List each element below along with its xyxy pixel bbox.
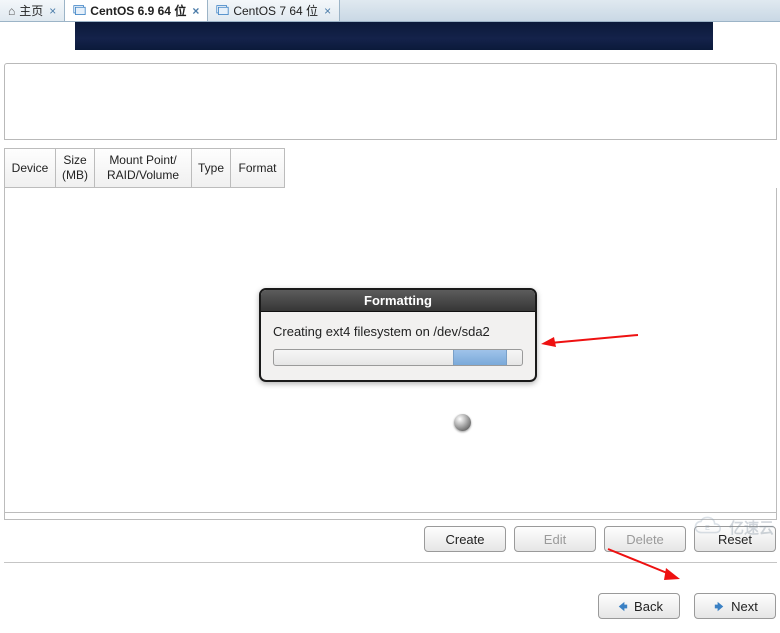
- annotation-arrow-dialog: [538, 323, 643, 347]
- create-button[interactable]: Create: [424, 526, 506, 552]
- tab-label: CentOS 7 64 位: [233, 2, 318, 19]
- progress-bar: [273, 349, 523, 366]
- back-label: Back: [634, 599, 663, 614]
- annotation-arrow-next: [604, 545, 690, 585]
- next-button[interactable]: Next: [694, 593, 776, 619]
- partition-table-header: Device Size (MB) Mount Point/ RAID/Volum…: [4, 148, 777, 188]
- nav-buttons: Back Next: [0, 563, 780, 619]
- next-label: Next: [731, 599, 758, 614]
- cloud-icon: E: [693, 516, 725, 538]
- col-size[interactable]: Size (MB): [55, 148, 95, 188]
- tab-label: 主页: [19, 2, 43, 19]
- close-icon[interactable]: ×: [47, 4, 58, 18]
- close-icon[interactable]: ×: [190, 4, 201, 18]
- tab-label: CentOS 6.9 64 位: [90, 2, 186, 19]
- partition-table-area: Formatting Creating ext4 filesystem on /…: [4, 188, 777, 513]
- home-icon: ⌂: [8, 4, 15, 18]
- watermark: E 亿速云: [693, 516, 774, 538]
- progress-indicator: [453, 350, 508, 365]
- watermark-text: 亿速云: [729, 517, 774, 538]
- vm-icon: [216, 4, 229, 17]
- arrow-right-icon: [712, 599, 727, 614]
- vm-icon: [73, 4, 86, 17]
- tab-centos7[interactable]: CentOS 7 64 位 ×: [208, 0, 340, 21]
- col-mount-point[interactable]: Mount Point/ RAID/Volume: [94, 148, 192, 188]
- edit-button: Edit: [514, 526, 596, 552]
- loading-icon: [454, 414, 471, 431]
- dialog-title: Formatting: [261, 290, 535, 312]
- dialog-message: Creating ext4 filesystem on /dev/sda2: [273, 324, 523, 339]
- vm-tab-bar: ⌂ 主页 × CentOS 6.9 64 位 × CentOS 7 64 位 ×: [0, 0, 780, 22]
- col-format[interactable]: Format: [230, 148, 285, 188]
- close-icon[interactable]: ×: [322, 4, 333, 18]
- installer-banner: [75, 22, 713, 50]
- back-button[interactable]: Back: [598, 593, 680, 619]
- disk-graphic-panel: [4, 63, 777, 140]
- tab-home[interactable]: ⌂ 主页 ×: [0, 0, 65, 21]
- partition-bottom-strip: [4, 513, 777, 520]
- col-device[interactable]: Device: [4, 148, 56, 188]
- formatting-dialog: Formatting Creating ext4 filesystem on /…: [259, 288, 537, 382]
- col-type[interactable]: Type: [191, 148, 231, 188]
- svg-text:E: E: [705, 523, 710, 532]
- arrow-left-icon: [615, 599, 630, 614]
- tab-centos6[interactable]: CentOS 6.9 64 位 ×: [65, 0, 208, 21]
